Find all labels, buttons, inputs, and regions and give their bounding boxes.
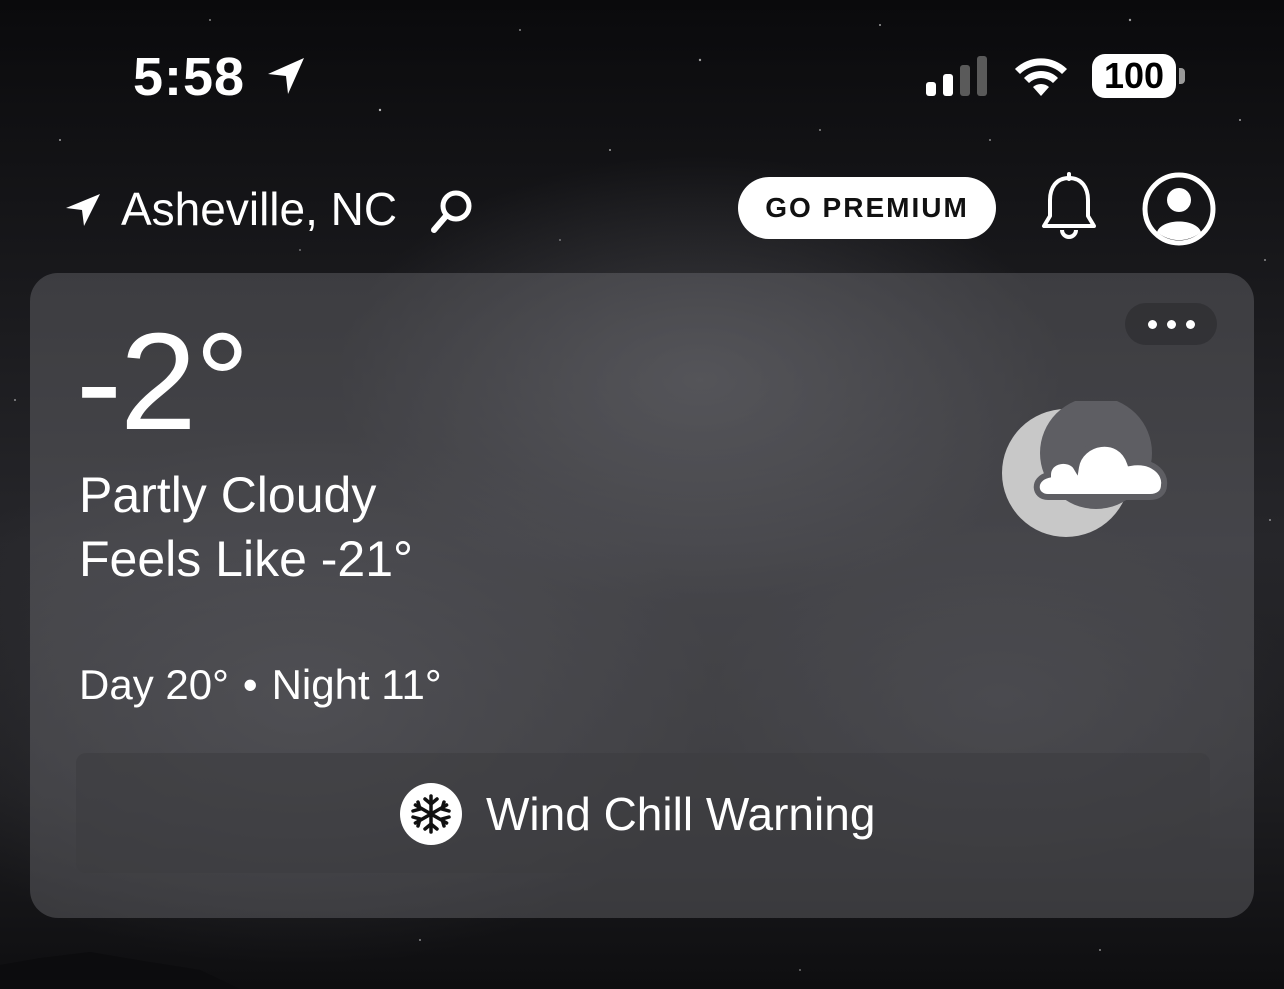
navigation-arrow-icon	[66, 194, 100, 226]
status-bar: 5:58 100	[0, 0, 1284, 150]
more-dot	[1166, 319, 1176, 329]
separator: •	[242, 661, 258, 708]
signal-icon	[926, 56, 987, 96]
partly-cloudy-night-icon	[1002, 401, 1168, 537]
go-premium-button[interactable]: GO PREMIUM	[738, 177, 996, 239]
status-time: 5:58	[133, 47, 246, 107]
battery-level: 100	[1103, 55, 1165, 96]
day-temp: Day 20°	[79, 661, 229, 708]
location-arrow-icon	[268, 58, 304, 94]
more-dot	[1185, 319, 1195, 329]
condition-text: Partly Cloudy	[79, 467, 377, 523]
search-icon[interactable]	[428, 188, 476, 236]
location-header: Asheville, NC GO PREMIUM	[0, 170, 1284, 250]
more-options-button[interactable]	[1125, 303, 1217, 345]
battery-nub	[1179, 68, 1185, 84]
battery-icon: 100	[1092, 54, 1176, 98]
alert-label: Wind Chill Warning	[486, 788, 876, 840]
account-icon[interactable]	[1142, 172, 1216, 246]
wifi-icon	[1015, 58, 1067, 96]
current-temperature: -2°	[76, 305, 250, 459]
night-temp: Night 11°	[271, 661, 442, 708]
current-conditions-card[interactable]: -2° Partly Cloudy Feels Like -21° Day 20…	[30, 273, 1254, 918]
alert-banner[interactable]: Wind Chill Warning	[76, 753, 1210, 873]
feels-like-text: Feels Like -21°	[79, 531, 414, 587]
more-dot	[1147, 319, 1157, 329]
location-name[interactable]: Asheville, NC	[121, 182, 397, 236]
bell-icon[interactable]	[1036, 172, 1102, 242]
day-night-temps: Day 20° • Night 11°	[79, 661, 442, 709]
snowflake-icon	[400, 783, 462, 845]
